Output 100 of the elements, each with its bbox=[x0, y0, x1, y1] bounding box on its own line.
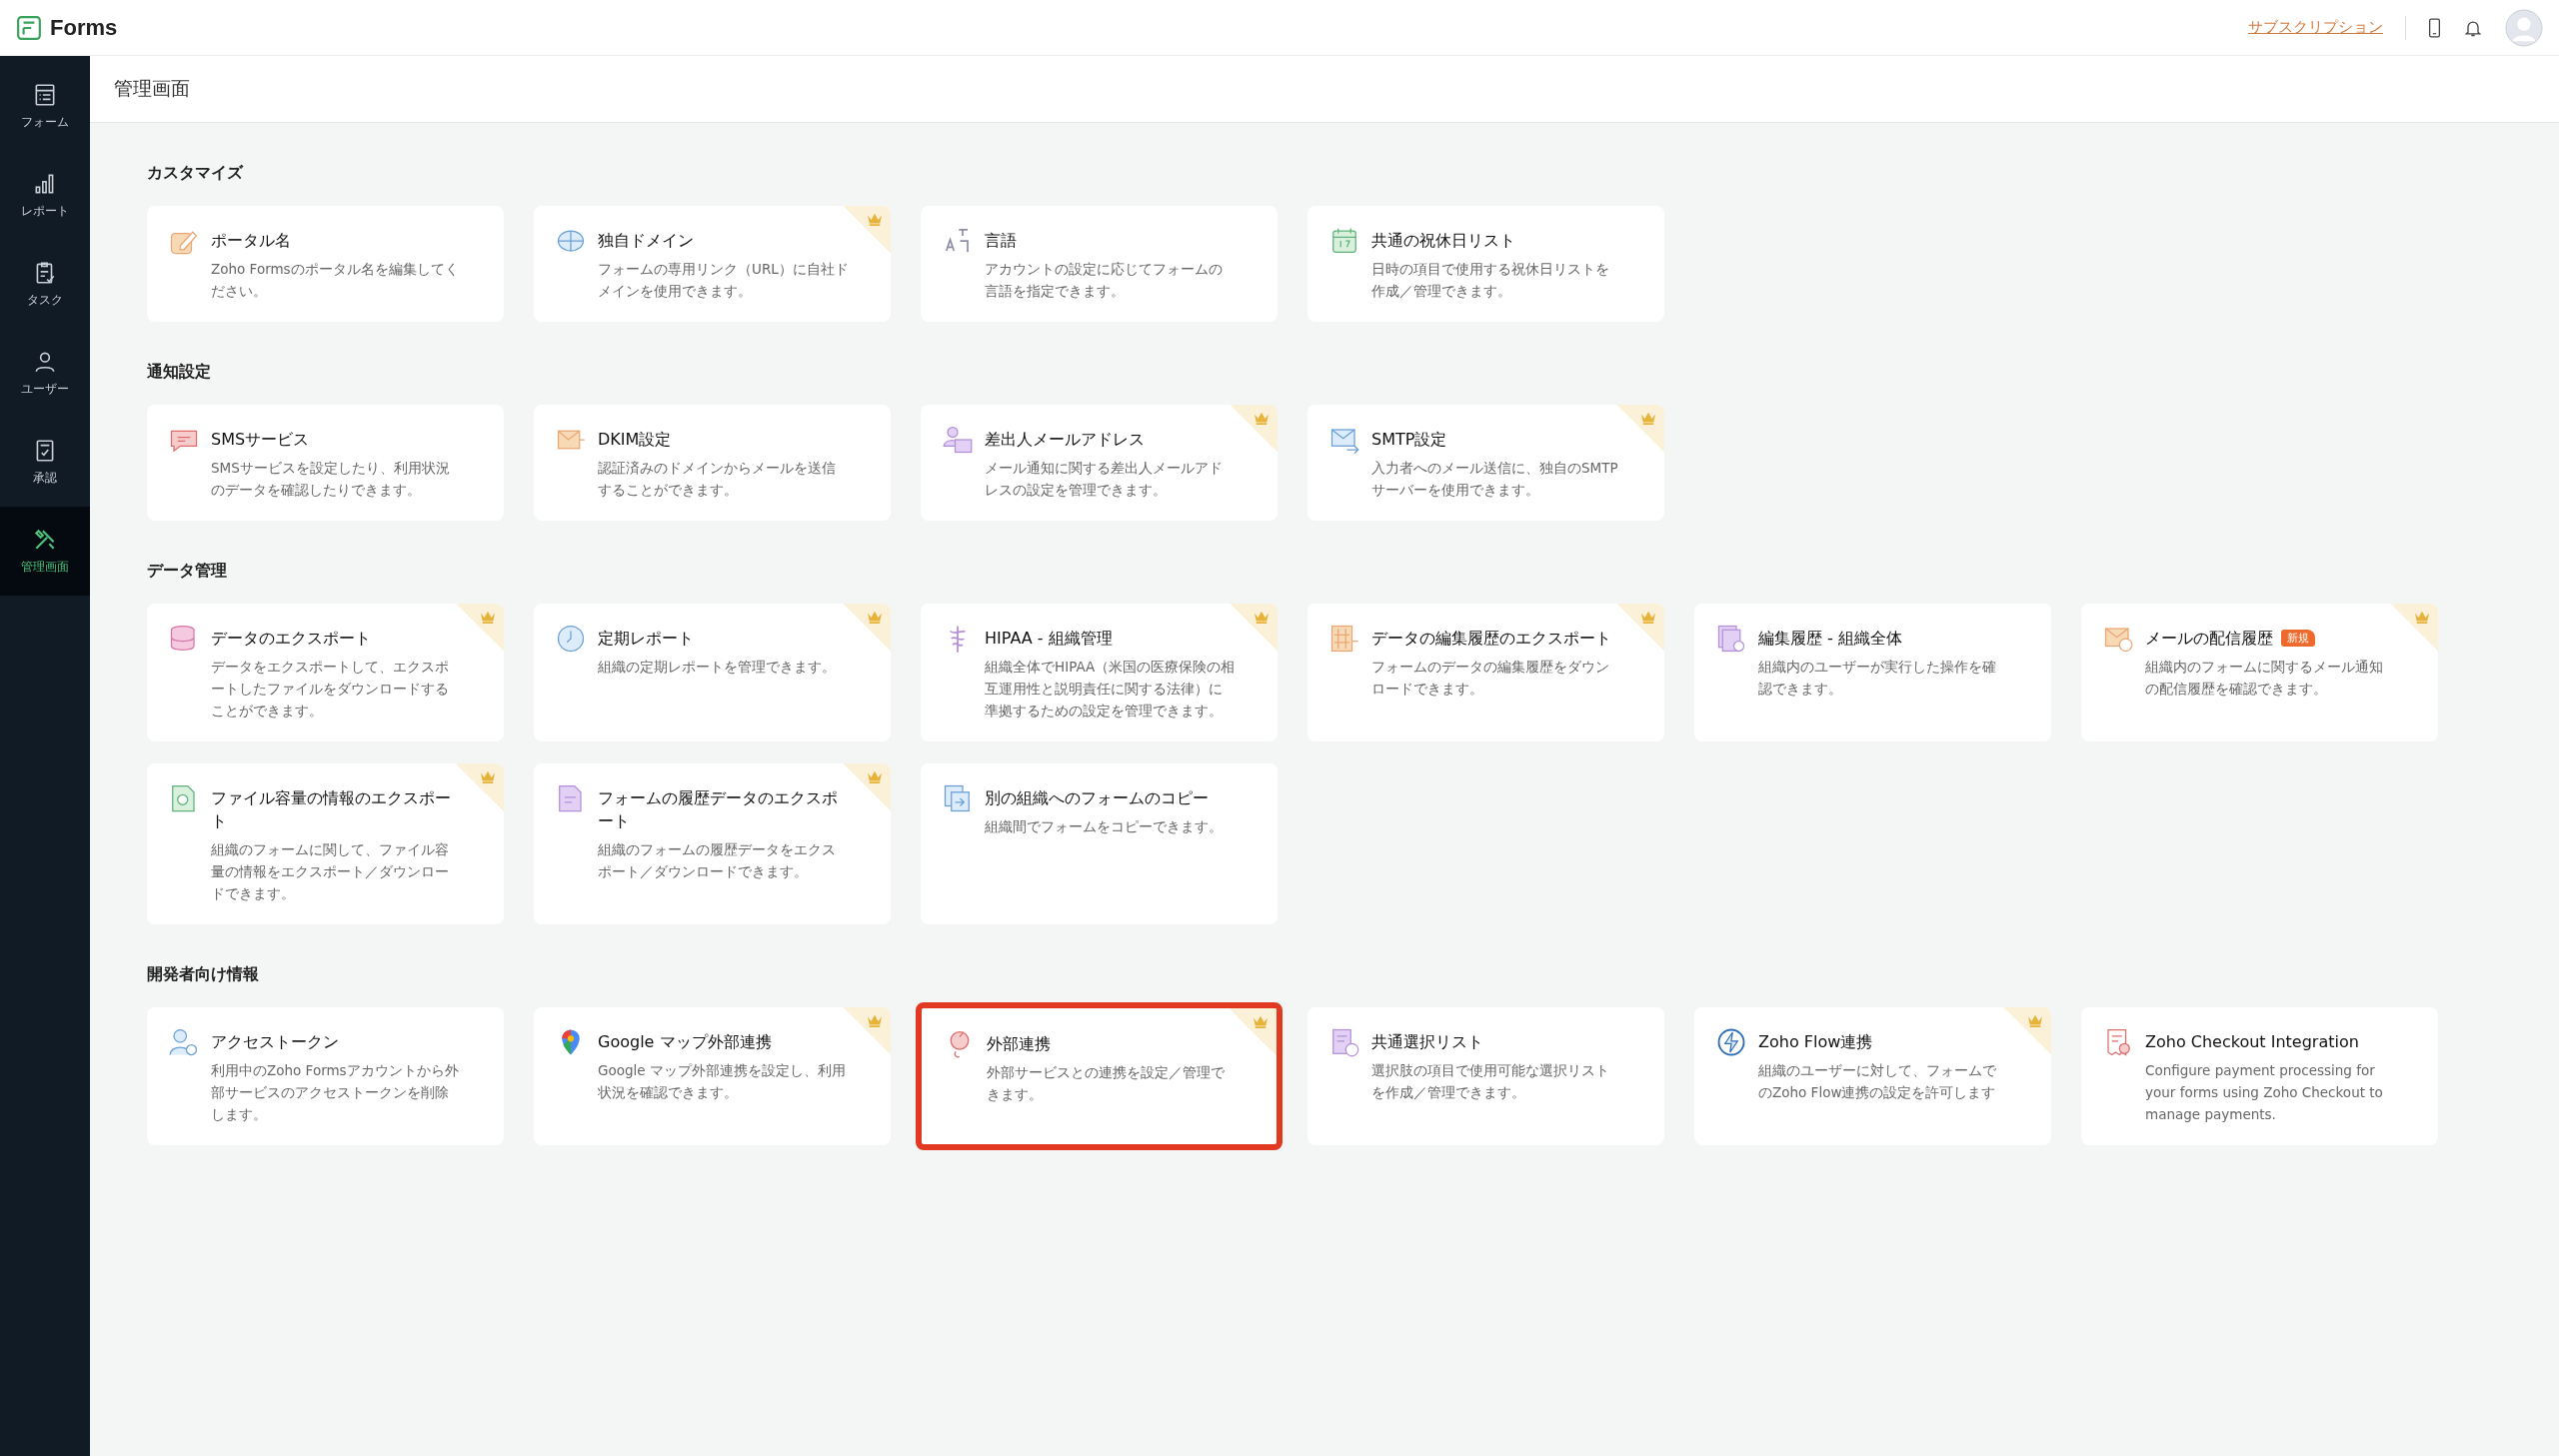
settings-card[interactable]: 別の組織へのフォームのコピー 組織間でフォームをコピーできます。 bbox=[921, 763, 1278, 924]
card-description: 選択肢の項目で使用可能な選択リストを作成／管理できます。 bbox=[1371, 1061, 1610, 1102]
card-description: 組織のフォームに関して、ファイル容量の情報をエクスポート／ダウンロードできます。 bbox=[211, 840, 450, 903]
card-description: Configure payment processing for your forms using Zoho Checkout to manage payments. bbox=[2145, 1061, 2384, 1124]
card-title: 定期レポート bbox=[598, 628, 694, 650]
new-badge: 新規 bbox=[2281, 630, 2315, 647]
card-title: Google マップ外部連携 bbox=[598, 1031, 772, 1053]
card-title: SMTP設定 bbox=[1371, 429, 1447, 451]
settings-card[interactable]: データのエクスポート データをエクスポートして、エクスポートしたファイルをダウンロードすることができます。 bbox=[147, 604, 504, 741]
crown-icon bbox=[479, 769, 497, 783]
settings-card[interactable]: データの編集履歴のエクスポート フォームのデータの編集履歴をダウンロードできます。 bbox=[1307, 604, 1664, 741]
card-title: データのエクスポート bbox=[211, 628, 371, 650]
card-title: Zoho Checkout Integration bbox=[2145, 1031, 2359, 1053]
card-title: 言語 bbox=[985, 230, 1017, 252]
settings-card[interactable]: SMTP設定 入力者へのメール送信に、独自のSMTPサーバーを使用できます。 bbox=[1307, 405, 1664, 521]
card-description: 組織内のフォームに関するメール通知の配信履歴を確認できます。 bbox=[2145, 658, 2384, 699]
card-description: 組織の定期レポートを管理できます。 bbox=[598, 658, 837, 677]
settings-card[interactable]: メールの配信履歴 新規 組織内のフォームに関するメール通知の配信履歴を確認できます。 bbox=[2081, 604, 2438, 741]
copy-arrow-icon bbox=[943, 783, 973, 813]
settings-card[interactable]: 共通選択リスト 選択肢の項目で使用可能な選択リストを作成／管理できます。 bbox=[1307, 1007, 1664, 1145]
mobile-phone-icon[interactable] bbox=[2428, 17, 2441, 38]
card-title: Zoho Flow連携 bbox=[1758, 1031, 1873, 1053]
card-description: 組織全体でHIPAA（米国の医療保険の相互運用性と説明責任に関する法律）に準拠するための設定を管理できます。 bbox=[985, 658, 1236, 721]
settings-card[interactable]: 編集履歴 - 組織全体 組織内のユーザーが実行した操作を確認できます。 bbox=[1694, 604, 2051, 741]
sidebar-item[interactable]: レポート bbox=[0, 151, 90, 240]
card-description: Zoho Formsのポータル名を編集してください。 bbox=[211, 260, 460, 301]
card-title: 共通の祝休日リスト bbox=[1371, 230, 1515, 252]
card-description: 外部サービスとの連携を設定／管理できます。 bbox=[987, 1063, 1226, 1104]
settings-card[interactable]: Zoho Flow連携 組織のユーザーに対して、フォームでのZoho Flow連携の設定を許可します bbox=[1694, 1007, 2051, 1145]
card-description: 利用中のZoho Formsアカウントから外部サービスのアクセストークンを削除します。 bbox=[211, 1061, 460, 1124]
card-description: 日時の項目で使用する祝休日リストを作成／管理できます。 bbox=[1371, 260, 1610, 301]
card-title: SMSサービス bbox=[211, 429, 310, 451]
settings-card[interactable]: DKIM設定 認証済みのドメインからメールを送信することができます。 bbox=[534, 405, 891, 521]
crown-icon bbox=[479, 610, 497, 624]
card-title: メールの配信履歴 bbox=[2145, 628, 2273, 650]
section-title: データ管理 bbox=[147, 561, 228, 582]
person-envelope-icon bbox=[943, 425, 973, 455]
lightning-icon bbox=[1716, 1027, 1746, 1057]
crown-icon bbox=[866, 1013, 884, 1027]
calendar-icon bbox=[1329, 226, 1359, 256]
card-title: 別の組織へのフォームのコピー bbox=[985, 787, 1209, 809]
card-description: 組織のユーザーに対して、フォームでのZoho Flow連携の設定を許可します bbox=[1758, 1061, 1997, 1102]
card-description: メール通知に関する差出人メールアドレスの設定を管理できます。 bbox=[985, 459, 1224, 500]
card-title: 共通選択リスト bbox=[1371, 1031, 1483, 1053]
table-export-icon bbox=[1329, 624, 1359, 654]
settings-card[interactable]: 定期レポート 組織の定期レポートを管理できます。 bbox=[534, 604, 891, 741]
card-description: 組織間でフォームをコピーできます。 bbox=[985, 817, 1224, 836]
card-title: データの編集履歴のエクスポート bbox=[1371, 628, 1611, 650]
crown-icon bbox=[1253, 411, 1271, 425]
settings-card[interactable]: アクセストークン 利用中のZoho Formsアカウントから外部サービスのアクセストークンを削除します。 bbox=[147, 1007, 504, 1145]
crown-icon bbox=[1253, 610, 1271, 624]
settings-card[interactable]: Google マップ外部連携 Google マップ外部連携を設定し、利用状況を確認できます。 bbox=[534, 1007, 891, 1145]
settings-card[interactable]: 言語 アカウントの設定に応じてフォームの言語を指定できます。 bbox=[921, 206, 1278, 322]
card-title: 外部連携 bbox=[987, 1033, 1051, 1055]
settings-card[interactable]: 外部連携 外部サービスとの連携を設定／管理できます。 bbox=[916, 1002, 1282, 1150]
sidebar-item[interactable]: フォーム bbox=[0, 62, 90, 151]
settings-card[interactable]: HIPAA - 組織管理 組織全体でHIPAA（米国の医療保険の相互運用性と説明責任に関する法律）に準拠するための設定を管理できます。 bbox=[921, 604, 1278, 741]
section-title: カスタマイズ bbox=[147, 163, 245, 184]
page-title: 管理画面 bbox=[114, 76, 190, 101]
crown-icon bbox=[866, 769, 884, 783]
card-title: 編集履歴 - 組織全体 bbox=[1758, 628, 1902, 650]
crown-icon bbox=[2413, 610, 2431, 624]
card-description: 認証済みのドメインからメールを送信することができます。 bbox=[598, 459, 837, 500]
card-description: Google マップ外部連携を設定し、利用状況を確認できます。 bbox=[598, 1061, 847, 1102]
card-title: HIPAA - 組織管理 bbox=[985, 628, 1113, 650]
settings-card[interactable]: フォームの履歴データのエクスポート 組織のフォームの履歴データをエクスポート／ダウンロードできます。 bbox=[534, 763, 891, 924]
card-title: ファイル容量の情報のエクスポート bbox=[211, 787, 452, 832]
card-description: 入力者へのメール送信に、独自のSMTPサーバーを使用できます。 bbox=[1371, 459, 1619, 500]
sidebar-item[interactable]: 管理画面 bbox=[0, 507, 90, 596]
settings-card[interactable]: ファイル容量の情報のエクスポート 組織のフォームに関して、ファイル容量の情報をエクスポート／ダウンロードできます。 bbox=[147, 763, 504, 924]
card-title: アクセストークン bbox=[211, 1031, 339, 1053]
logo-icon bbox=[16, 14, 42, 41]
card-description: アカウントの設定に応じてフォームの言語を指定できます。 bbox=[985, 260, 1224, 301]
section-title: 開発者向け情報 bbox=[147, 964, 260, 985]
crown-icon bbox=[1639, 411, 1657, 425]
sidebar-item[interactable]: ユーザー bbox=[0, 329, 90, 418]
clock-icon bbox=[556, 624, 586, 654]
card-title: DKIM設定 bbox=[598, 429, 672, 451]
card-description: フォームの専用リンク（URL）に自社ドメインを使用できます。 bbox=[598, 260, 849, 301]
crown-icon bbox=[2026, 1013, 2044, 1027]
card-title: 独自ドメイン bbox=[598, 230, 694, 252]
settings-card[interactable]: 独自ドメイン フォームの専用リンク（URL）に自社ドメインを使用できます。 bbox=[534, 206, 891, 322]
section-title: 通知設定 bbox=[147, 362, 212, 383]
card-title: フォームの履歴データのエクスポート bbox=[598, 787, 839, 832]
settings-card[interactable]: ポータル名 Zoho Formsのポータル名を編集してください。 bbox=[147, 206, 504, 322]
card-title: ポータル名 bbox=[211, 230, 291, 252]
settings-card[interactable]: 共通の祝休日リスト 日時の項目で使用する祝休日リストを作成／管理できます。 bbox=[1307, 206, 1664, 322]
card-description: データをエクスポートして、エクスポートしたファイルをダウンロードすることができます。 bbox=[211, 658, 450, 721]
card-description: 組織内のユーザーが実行した操作を確認できます。 bbox=[1758, 658, 1997, 699]
crown-icon bbox=[1252, 1014, 1270, 1028]
app-name: Forms bbox=[50, 14, 118, 41]
settings-card[interactable]: SMSサービス SMSサービスを設定したり、利用状況のデータを確認したりできます。 bbox=[147, 405, 504, 521]
sidebar-item[interactable]: タスク bbox=[0, 240, 90, 329]
card-description: SMSサービスを設定したり、利用状況のデータを確認したりできます。 bbox=[211, 459, 451, 500]
sidebar-item[interactable]: 承認 bbox=[0, 418, 90, 507]
crown-icon bbox=[866, 610, 884, 624]
settings-card[interactable]: Zoho Checkout Integration Configure payment processing for your forms using Zoho Checkout to manage payments. bbox=[2081, 1007, 2438, 1145]
crown-icon bbox=[1639, 610, 1657, 624]
card-title: 差出人メールアドレス bbox=[985, 429, 1145, 451]
settings-card[interactable]: 差出人メールアドレス メール通知に関する差出人メールアドレスの設定を管理できます。 bbox=[921, 405, 1278, 521]
